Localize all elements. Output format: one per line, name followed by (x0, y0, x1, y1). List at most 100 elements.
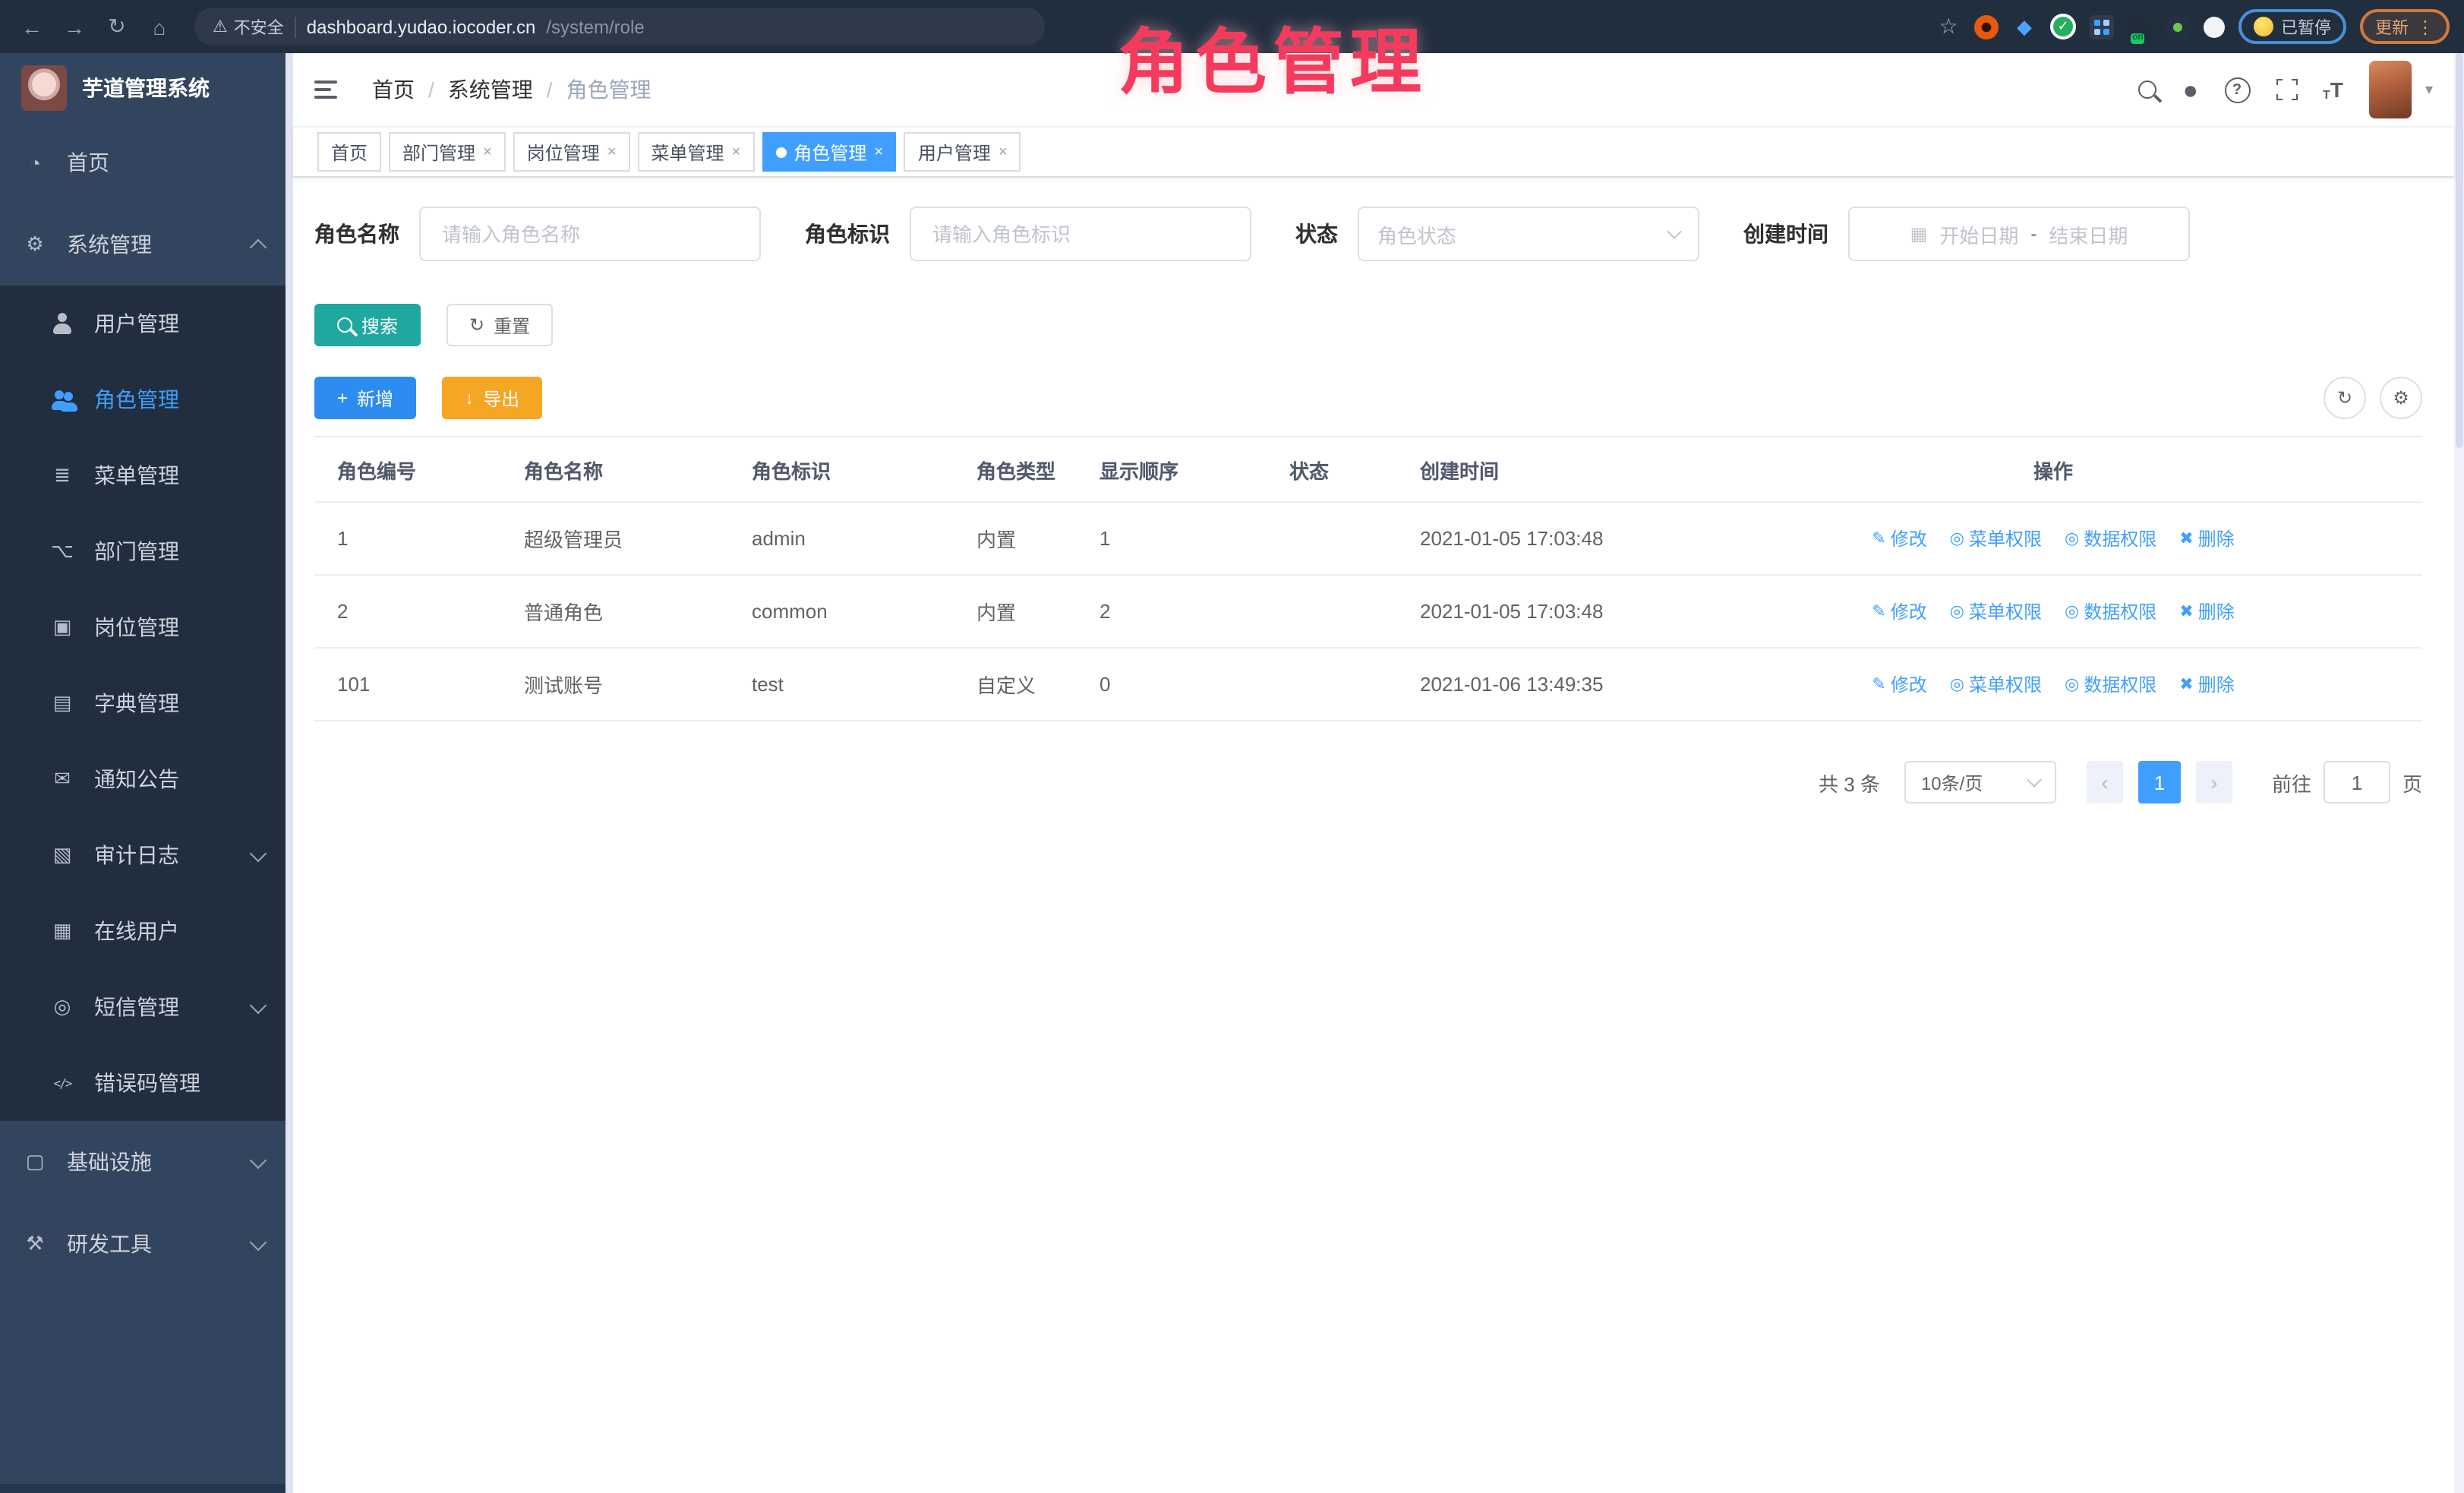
tab-users[interactable]: 用户管理× (904, 132, 1021, 172)
col-actions: 操作 (1841, 455, 2422, 484)
goto-page-input[interactable] (2324, 761, 2390, 803)
page-scrollbar[interactable] (2454, 53, 2464, 1493)
paused-label: 已暂停 (2281, 14, 2331, 39)
user-avatar[interactable] (2369, 61, 2412, 118)
extension-check-icon[interactable]: ✓ (2050, 14, 2076, 39)
address-bar[interactable]: ⚠ 不安全 dashboard.yudao.iocoder.cn/system/… (194, 8, 1045, 46)
sidebar-item-roles[interactable]: 角色管理 (0, 361, 286, 437)
tab-home[interactable]: 首页 (317, 132, 381, 172)
page-size-select[interactable]: 10条/页 (1904, 761, 2056, 803)
tab-menus[interactable]: 菜单管理× (637, 132, 754, 172)
tab-departments[interactable]: 部门管理× (389, 132, 506, 172)
sidebar-item-system[interactable]: ⚙ 系统管理 (0, 204, 286, 286)
search-button[interactable]: 搜索 (314, 304, 421, 346)
refresh-table-button[interactable]: ↻ (2324, 377, 2366, 419)
edit-link[interactable]: ✎修改 (1872, 598, 1926, 624)
data-permission-link[interactable]: ◎数据权限 (2065, 526, 2156, 551)
create-time-range-picker[interactable]: ▦ 开始日期 - 结束日期 (1848, 207, 2190, 261)
search-icon[interactable] (2138, 80, 2156, 99)
help-icon[interactable]: ? (2224, 77, 2250, 103)
extension-sprout-icon[interactable] (2166, 14, 2190, 39)
sidebar-item-home[interactable]: ◔ 首页 (0, 122, 286, 204)
prev-page-button[interactable]: ‹ (2087, 761, 2123, 803)
close-icon[interactable]: × (732, 144, 741, 160)
extension-paw-icon[interactable] (2204, 16, 2225, 37)
sidebar-item-posts[interactable]: ▣ 岗位管理 (0, 589, 286, 665)
export-button[interactable]: ↓ 导出 (442, 377, 542, 419)
browser-reload-icon[interactable]: ↻ (100, 10, 134, 43)
profile-paused-chip[interactable]: 已暂停 (2238, 9, 2346, 44)
sidebar-footer (0, 1484, 286, 1493)
github-icon[interactable]: ● (2182, 77, 2198, 103)
sidebar-scrollbar[interactable] (286, 53, 293, 1493)
bookmark-star-icon[interactable]: ☆ (1936, 14, 1961, 39)
app-logo-row[interactable]: 芋道管理系统 (0, 53, 286, 122)
sidebar-item-audit-logs[interactable]: ▧ 审计日志 (0, 817, 286, 893)
tab-posts[interactable]: 岗位管理× (513, 132, 630, 172)
chevron-down-icon (250, 844, 267, 862)
hamburger-icon[interactable] (305, 67, 351, 112)
cell-role-code: test (729, 673, 954, 696)
cell-role-type: 内置 (954, 524, 1077, 553)
avatar-caret-down-icon[interactable]: ▾ (2425, 81, 2433, 98)
browser-update-button[interactable]: 更新 ⋮ (2360, 9, 2450, 44)
sidebar-item-notices[interactable]: ✉ 通知公告 (0, 741, 286, 817)
create-time-label: 创建时间 (1743, 219, 1828, 249)
delete-icon: ✖ (2179, 601, 2193, 621)
data-permission-link[interactable]: ◎数据权限 (2065, 598, 2156, 624)
browser-forward-icon[interactable]: → (58, 10, 91, 43)
close-icon[interactable]: × (999, 144, 1008, 160)
extension-on-badge-icon[interactable]: on (2128, 14, 2152, 39)
system-submenu: 用户管理 角色管理 ≣ 菜单管理 ⌥ 部门管理 ▣ 岗位管理 ▤ 字典管理 (0, 286, 286, 1121)
circle-check-icon: ◎ (2065, 601, 2079, 621)
role-code-input[interactable] (929, 221, 1232, 247)
sidebar-item-dictionaries[interactable]: ▤ 字典管理 (0, 665, 286, 741)
add-button[interactable]: + 新增 (314, 377, 416, 419)
font-size-icon[interactable]: TT (2323, 77, 2343, 102)
current-page-button[interactable]: 1 (2138, 761, 2181, 803)
sidebar-item-dev-tools[interactable]: ⚒ 研发工具 (0, 1203, 286, 1285)
extension-grid-icon[interactable] (2090, 14, 2114, 39)
cell-actions: ✎修改 ◎菜单权限 ◎数据权限 ✖删除 (1841, 671, 2422, 697)
sidebar-item-online-users[interactable]: ▦ 在线用户 (0, 893, 286, 969)
browser-back-icon[interactable]: ← (15, 10, 49, 43)
close-icon[interactable]: × (874, 144, 883, 160)
fullscreen-icon[interactable] (2276, 79, 2297, 100)
extension-gem-icon[interactable]: ◆ (2012, 14, 2037, 39)
next-page-button[interactable]: › (2196, 761, 2232, 803)
cell-role-id: 2 (314, 600, 501, 623)
close-icon[interactable]: × (607, 144, 617, 160)
sidebar-item-error-codes[interactable]: </> 错误码管理 (0, 1045, 286, 1121)
breadcrumb-current: 角色管理 (566, 74, 651, 105)
status-select[interactable]: 角色状态 (1358, 207, 1699, 261)
data-permission-link[interactable]: ◎数据权限 (2065, 671, 2156, 697)
edit-link[interactable]: ✎修改 (1872, 671, 1926, 697)
role-name-input[interactable] (439, 221, 741, 247)
edit-icon: ✎ (1872, 529, 1885, 548)
delete-link[interactable]: ✖删除 (2179, 598, 2234, 624)
extension-orange-icon[interactable] (1974, 14, 1999, 39)
table-row: 1 超级管理员 admin 内置 1 2021-01-05 17:03:48 ✎… (314, 503, 2422, 576)
delete-link[interactable]: ✖删除 (2179, 671, 2234, 697)
reset-button[interactable]: ↻ 重置 (446, 304, 553, 346)
tab-roles[interactable]: 角色管理× (762, 132, 897, 172)
edit-link[interactable]: ✎修改 (1872, 526, 1926, 551)
breadcrumb-system[interactable]: 系统管理 (448, 74, 533, 105)
close-icon[interactable]: × (483, 144, 492, 160)
breadcrumb-home[interactable]: 首页 (372, 74, 415, 105)
sidebar-item-departments[interactable]: ⌥ 部门管理 (0, 513, 286, 589)
sidebar-item-infrastructure[interactable]: ▢ 基础设施 (0, 1121, 286, 1203)
column-settings-button[interactable]: ⚙ (2380, 377, 2422, 419)
sidebar-item-menus[interactable]: ≣ 菜单管理 (0, 437, 286, 513)
menu-permission-link[interactable]: ◎菜单权限 (1950, 598, 2042, 624)
security-warning[interactable]: ⚠ 不安全 (213, 14, 284, 39)
date-range-separator: - (2030, 223, 2037, 245)
menu-permission-link[interactable]: ◎菜单权限 (1950, 526, 2042, 551)
delete-link[interactable]: ✖删除 (2179, 526, 2234, 551)
sidebar-item-users[interactable]: 用户管理 (0, 286, 286, 361)
sidebar-item-sms[interactable]: ◎ 短信管理 (0, 969, 286, 1045)
menu-permission-link[interactable]: ◎菜单权限 (1950, 671, 2042, 697)
scrollbar-thumb[interactable] (2456, 53, 2463, 448)
browser-menu-icon[interactable]: ⋮ (2416, 16, 2434, 37)
browser-home-icon[interactable]: ⌂ (143, 10, 176, 43)
